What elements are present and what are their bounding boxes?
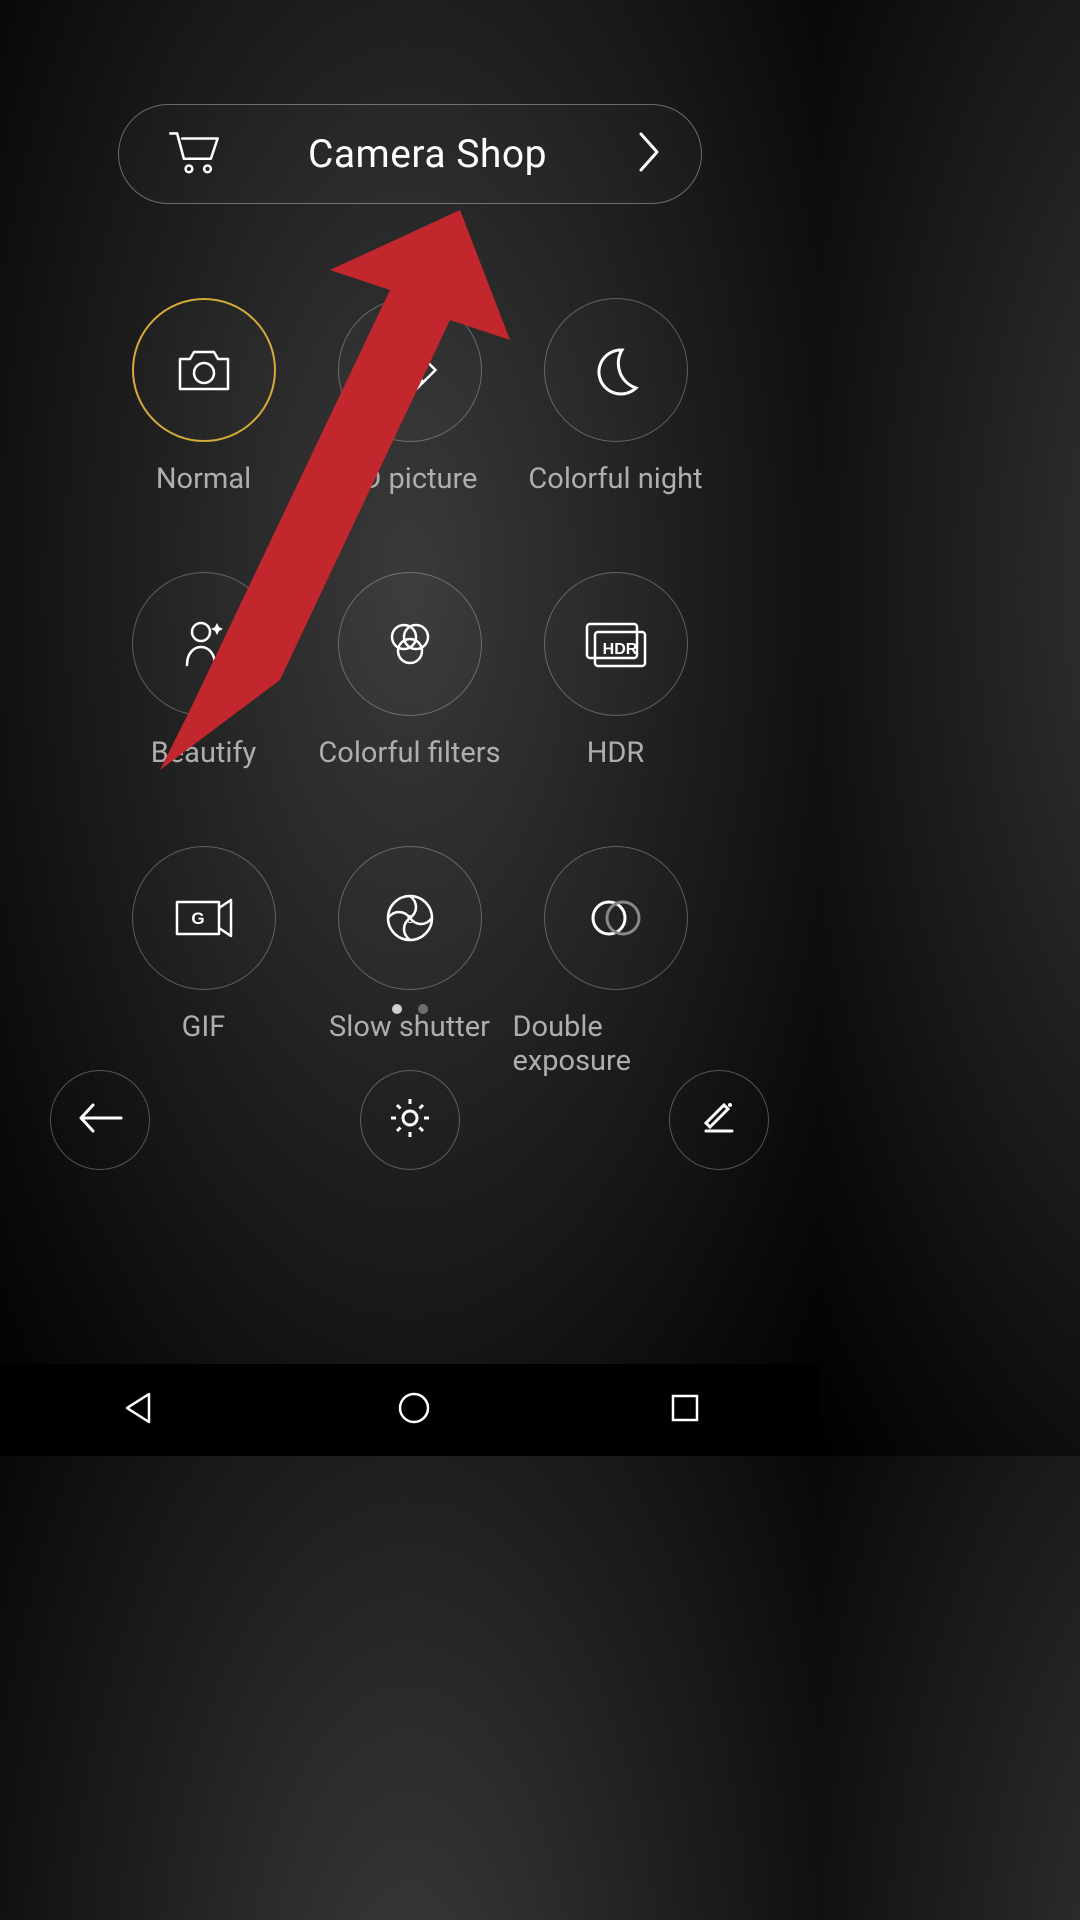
nav-back-button[interactable] <box>119 1388 159 1432</box>
mode-label: GIF <box>182 1010 226 1044</box>
hdr-icon: HDR <box>583 620 649 668</box>
moon-icon <box>590 344 642 396</box>
filters-icon <box>382 619 438 669</box>
nav-home-button[interactable] <box>396 1390 432 1430</box>
mode-hd-picture[interactable]: HD picture <box>307 298 513 496</box>
settings-button[interactable] <box>360 1070 460 1170</box>
grid-diamond-icon <box>382 342 438 398</box>
mode-gif[interactable]: G GIF <box>101 846 307 1078</box>
camera-icon <box>176 347 232 393</box>
beautify-icon <box>179 617 229 671</box>
mode-normal[interactable]: Normal <box>101 298 307 496</box>
mode-slow-shutter[interactable]: S Slow shutter <box>307 846 513 1078</box>
mode-label: Colorful filters <box>318 736 500 770</box>
double-exposure-icon <box>587 898 645 938</box>
mode-beautify[interactable]: Beautify <box>101 572 307 770</box>
mode-double-exposure[interactable]: Double exposure <box>513 846 719 1078</box>
camera-shop-button[interactable]: Camera Shop <box>118 104 702 204</box>
svg-text:S: S <box>406 913 413 926</box>
mode-label: Slow shutter <box>329 1010 490 1044</box>
page-dot-1 <box>392 1004 402 1014</box>
edit-button[interactable] <box>669 1070 769 1170</box>
mode-colorful-filters[interactable]: Colorful filters <box>307 572 513 770</box>
mode-label: HDR <box>587 736 645 770</box>
mode-label: Beautify <box>151 736 257 770</box>
nav-recent-button[interactable] <box>669 1392 701 1428</box>
mode-label: Normal <box>156 462 251 496</box>
svg-text:G: G <box>191 909 204 928</box>
mode-label: Colorful night <box>528 462 702 496</box>
shutter-icon: S <box>384 892 436 944</box>
chevron-right-icon <box>635 130 663 178</box>
svg-text:HDR: HDR <box>602 641 637 658</box>
gif-icon: G <box>173 896 235 940</box>
gear-icon <box>388 1096 432 1144</box>
back-button[interactable] <box>50 1070 150 1170</box>
camera-shop-label: Camera Shop <box>221 131 635 177</box>
mode-label: HD picture <box>342 462 478 496</box>
pencil-icon <box>698 1097 740 1143</box>
arrow-left-icon <box>75 1101 125 1139</box>
page-indicator <box>392 1004 428 1014</box>
mode-grid: Normal HD picture Colorful night Beautif… <box>0 298 819 1078</box>
page-dot-2 <box>418 1004 428 1014</box>
mode-colorful-night[interactable]: Colorful night <box>513 298 719 496</box>
bottom-actions <box>50 1070 769 1170</box>
cart-icon <box>167 127 221 181</box>
android-nav-bar <box>0 1364 819 1456</box>
mode-label: Double exposure <box>513 1010 719 1078</box>
mode-hdr[interactable]: HDR HDR <box>513 572 719 770</box>
